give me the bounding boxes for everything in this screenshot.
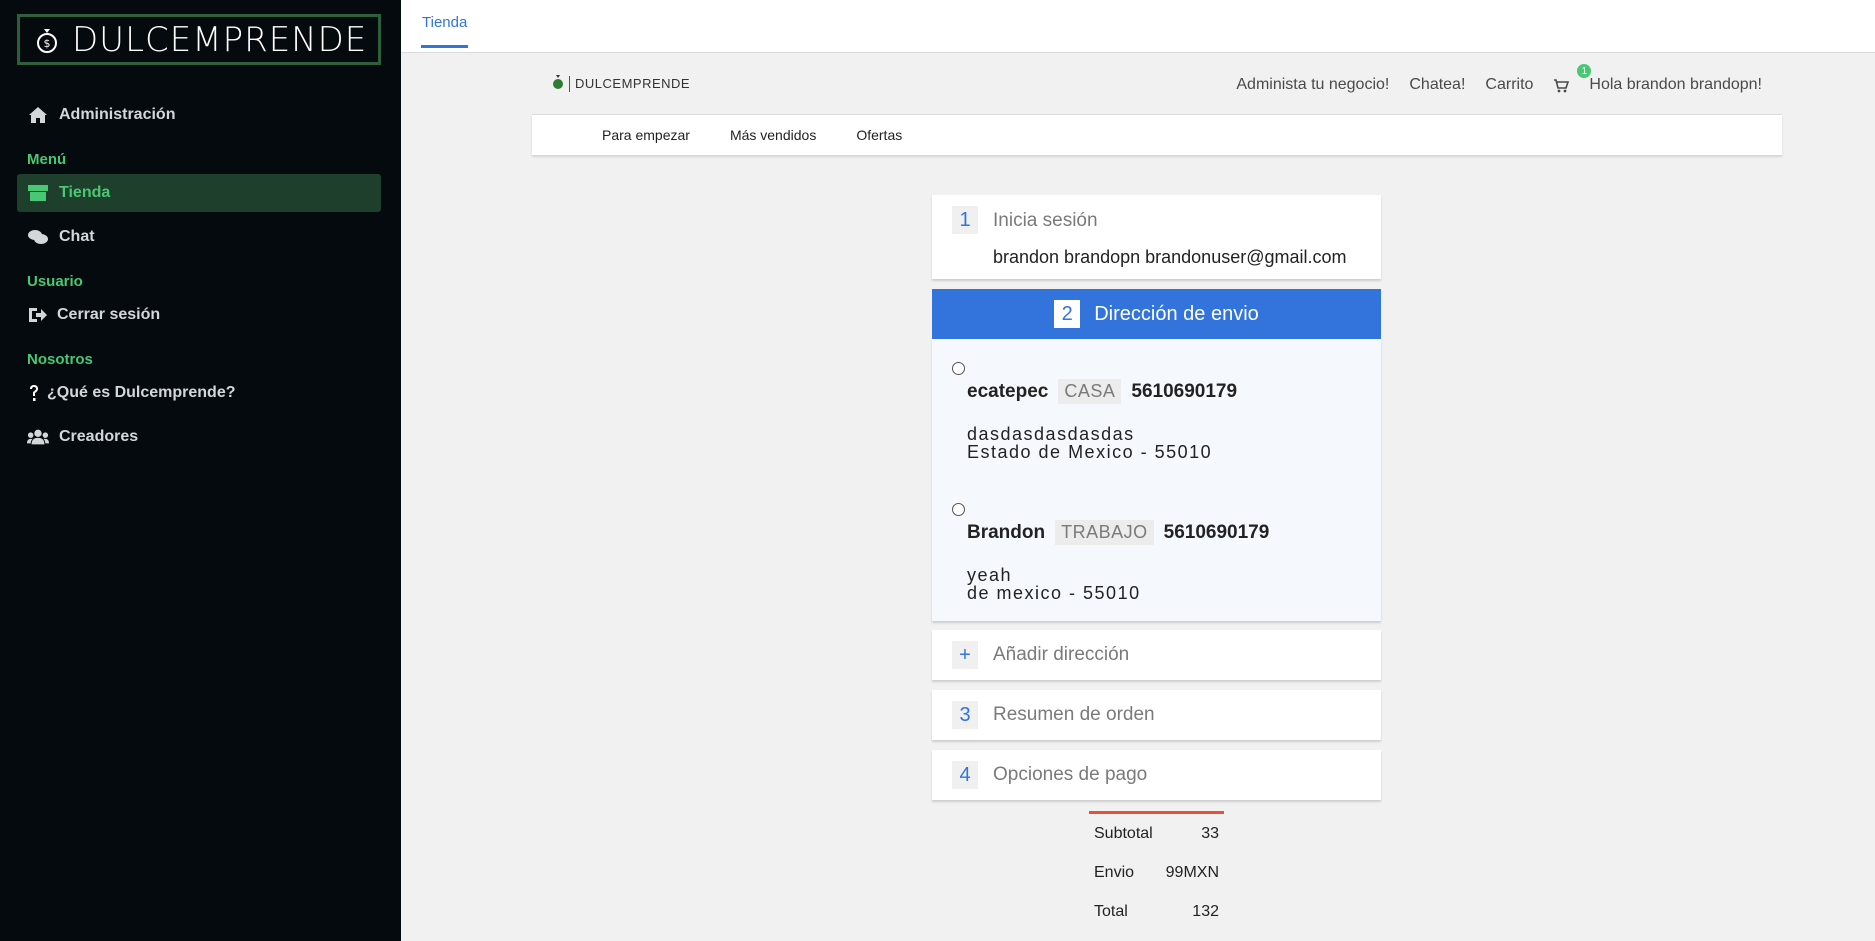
- add-address-panel[interactable]: + Añadir dirección: [932, 630, 1381, 680]
- address-region: de mexico - 55010: [967, 583, 1141, 603]
- step-title[interactable]: Inicia sesión: [993, 210, 1098, 232]
- logo-separator: [569, 75, 570, 92]
- step-payment-panel[interactable]: 4 Opciones de pago: [932, 750, 1381, 800]
- step-number: 4: [952, 761, 978, 789]
- subnav-item-best-sellers[interactable]: Más vendidos: [730, 127, 816, 143]
- store-logo-text: DULCEMPRENDE: [575, 76, 691, 91]
- money-bag-icon: [552, 74, 564, 93]
- sign-out-icon: [27, 306, 49, 324]
- address-radio[interactable]: [952, 503, 965, 516]
- address-header: ecatepec CASA 5610690179: [967, 379, 1237, 404]
- shipping-value: 99MXN: [1165, 863, 1219, 881]
- money-bag-icon: $: [34, 25, 60, 55]
- total-value: 132: [1192, 902, 1219, 920]
- sidebar-item-chat[interactable]: Chat: [17, 218, 381, 256]
- section-about: Nosotros: [27, 351, 93, 368]
- subtotal-label: Subtotal: [1094, 824, 1153, 842]
- sidebar-item-what-is[interactable]: ¿Qué es Dulcemprende?: [17, 374, 381, 412]
- question-icon: [27, 384, 41, 402]
- address-radio[interactable]: [952, 362, 965, 375]
- step-number: 2: [1054, 300, 1081, 328]
- brand-logo[interactable]: $ DULCEMPRENDE: [17, 14, 381, 65]
- header-links: Administa tu negocio! Chatea! Carrito 1 …: [1216, 64, 1762, 94]
- address-option[interactable]: ecatepec CASA 5610690179 dasdasdasdasdas…: [952, 362, 1372, 461]
- subnav-item-offers[interactable]: Ofertas: [856, 127, 902, 143]
- total-label: Total: [1094, 902, 1128, 920]
- svg-text:$: $: [44, 37, 51, 50]
- shipping-row: Envio 99MXN: [1089, 853, 1224, 892]
- address-details: dasdasdasdasdas Estado de Mexico - 55010: [967, 425, 1212, 461]
- address-street: dasdasdasdasdas: [967, 424, 1135, 444]
- address-header: Brandon TRABAJO 5610690179: [967, 520, 1269, 545]
- sidebar: $ DULCEMPRENDE Administración Menú Tiend…: [0, 0, 401, 941]
- step-title: Opciones de pago: [993, 764, 1148, 785]
- store-icon: [27, 184, 49, 202]
- section-user: Usuario: [27, 273, 83, 290]
- store-subnav: Para empezar Más vendidos Ofertas: [532, 114, 1782, 155]
- step-order-summary-panel[interactable]: 3 Resumen de orden: [932, 690, 1381, 740]
- home-icon: [27, 106, 49, 124]
- address-type-tag: TRABAJO: [1055, 520, 1154, 545]
- sidebar-item-label: Cerrar sesión: [57, 306, 161, 323]
- address-list: ecatepec CASA 5610690179 dasdasdasdasdas…: [932, 339, 1381, 621]
- step-number: 3: [952, 701, 978, 729]
- step-login-panel: 1 Inicia sesión brandon brandopn brandon…: [932, 195, 1381, 279]
- address-type-tag: CASA: [1058, 379, 1122, 404]
- cart-button[interactable]: 1: [1553, 64, 1592, 94]
- sidebar-item-logout[interactable]: Cerrar sesión: [17, 296, 381, 334]
- section-menu: Menú: [27, 151, 67, 168]
- user-greeting[interactable]: Hola brandon brandopn!: [1589, 76, 1762, 94]
- chat-link[interactable]: Chatea!: [1409, 76, 1465, 94]
- step-title: Dirección de envio: [1094, 302, 1259, 325]
- order-totals: Subtotal 33 Envio 99MXN Total 132: [1089, 811, 1224, 931]
- sidebar-item-creators[interactable]: Creadores: [17, 418, 381, 456]
- sidebar-item-label: ¿Qué es Dulcemprende?: [47, 384, 236, 401]
- address-phone: 5610690179: [1163, 521, 1270, 543]
- store-logo[interactable]: DULCEMPRENDE: [552, 74, 690, 93]
- address-phone: 5610690179: [1131, 380, 1238, 402]
- address-street: yeah: [967, 565, 1013, 585]
- subtotal-row: Subtotal 33: [1089, 814, 1224, 853]
- sidebar-item-store[interactable]: Tienda: [17, 174, 381, 212]
- login-info: brandon brandopn brandonuser@gmail.com: [993, 247, 1347, 267]
- subtotal-value: 33: [1201, 824, 1219, 842]
- store-header: DULCEMPRENDE Administa tu negocio! Chate…: [532, 64, 1782, 108]
- step-number: 1: [952, 206, 978, 234]
- sidebar-item-label: Tienda: [59, 184, 111, 201]
- total-row: Total 132: [1089, 892, 1224, 931]
- brand-name: DULCEMPRENDE: [72, 19, 368, 60]
- shopping-cart-icon: [1554, 79, 1570, 93]
- sidebar-item-label: Creadores: [59, 428, 139, 445]
- sidebar-item-label: Chat: [59, 228, 95, 245]
- step-title: Resumen de orden: [993, 704, 1155, 725]
- users-icon: [27, 428, 49, 446]
- step-title: Añadir dirección: [993, 644, 1130, 665]
- address-option[interactable]: Brandon TRABAJO 5610690179 yeah de mexic…: [952, 503, 1372, 602]
- subnav-item-getting-started[interactable]: Para empezar: [602, 127, 690, 143]
- step-address-header[interactable]: 2 Dirección de envio: [932, 289, 1381, 339]
- shipping-label: Envio: [1094, 863, 1135, 881]
- comments-icon: [27, 228, 49, 246]
- plus-icon: +: [952, 641, 978, 669]
- sidebar-item-admin[interactable]: Administración: [17, 96, 381, 134]
- manage-business-link[interactable]: Administa tu negocio!: [1236, 76, 1389, 94]
- address-name: ecatepec: [967, 380, 1049, 402]
- address-details: yeah de mexico - 55010: [967, 566, 1141, 602]
- sidebar-item-label: Administración: [59, 106, 176, 123]
- tab-store[interactable]: Tienda: [421, 0, 469, 48]
- address-name: Brandon: [967, 521, 1046, 543]
- top-tab-bar: Tienda: [401, 0, 1875, 53]
- address-region: Estado de Mexico - 55010: [967, 442, 1213, 462]
- cart-link[interactable]: Carrito: [1485, 76, 1533, 94]
